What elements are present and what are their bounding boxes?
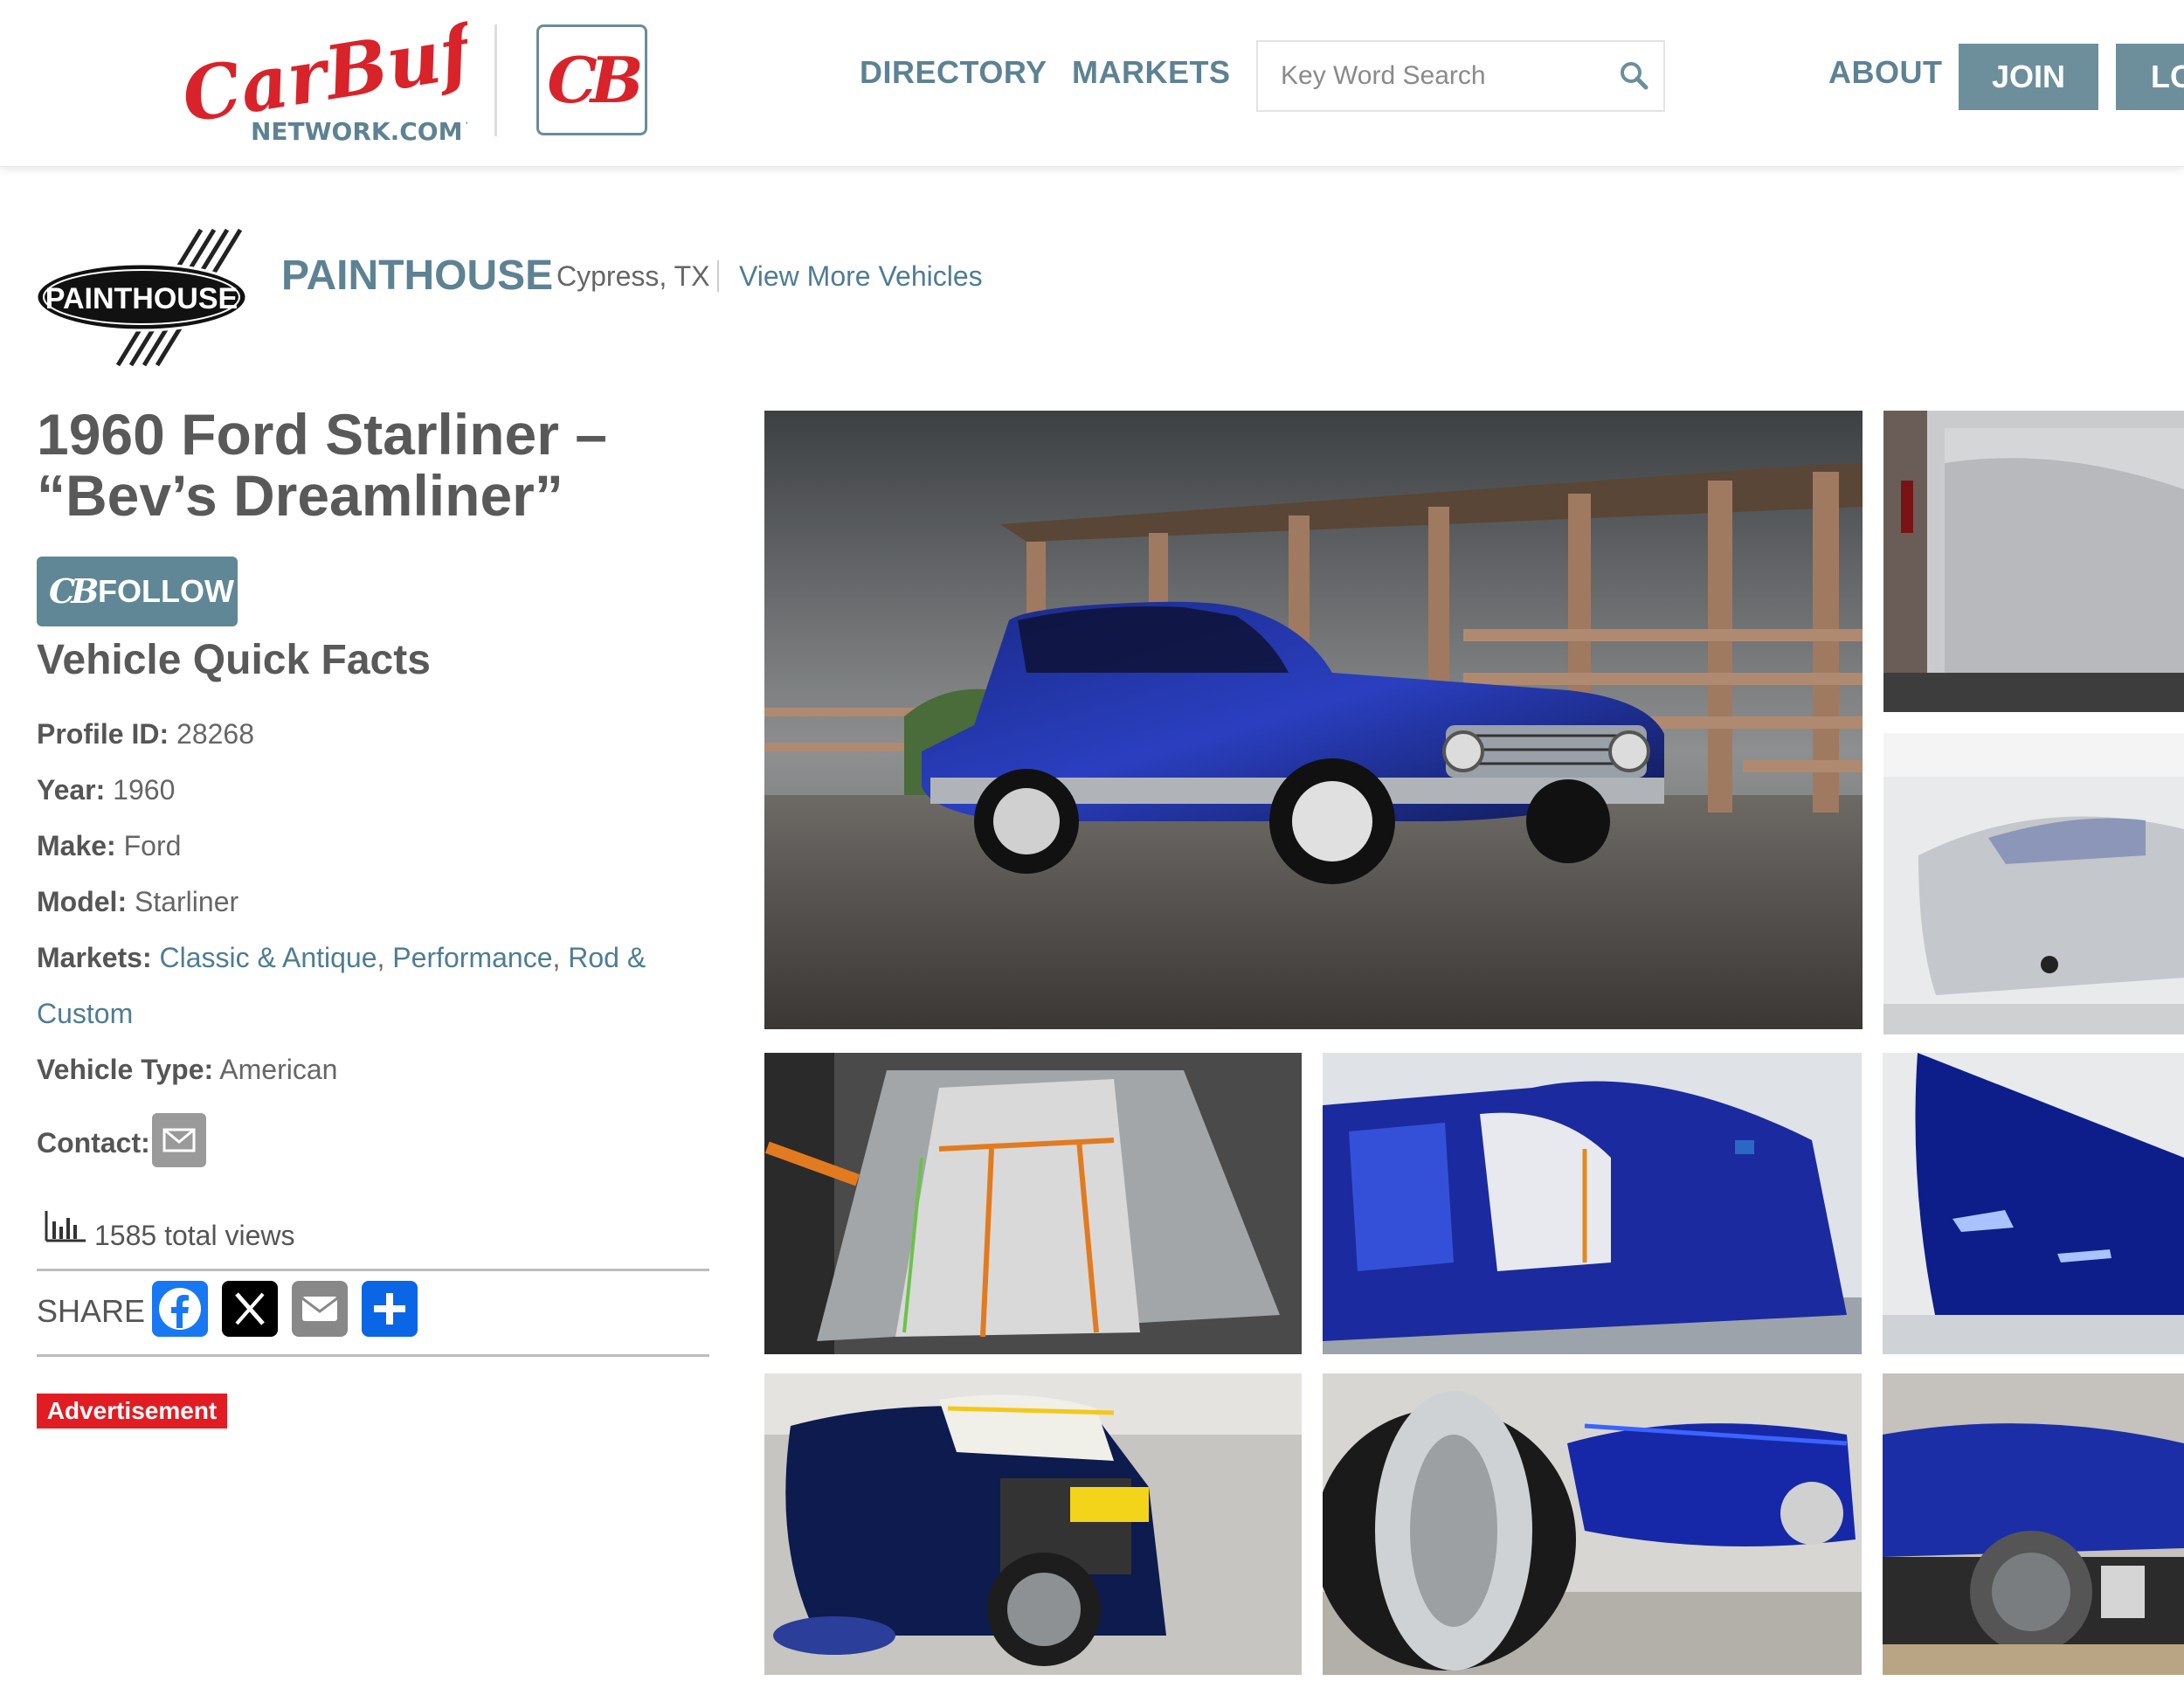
gallery-photo[interactable] bbox=[1883, 411, 2184, 712]
total-views: 1585 total views bbox=[94, 1220, 295, 1251]
x-share-button[interactable] bbox=[222, 1281, 278, 1337]
vehicle-title: 1960 Ford Starliner – “Bev’s Dreamliner” bbox=[37, 402, 607, 528]
market-link-rod[interactable]: Rod & bbox=[568, 942, 646, 973]
shop-name[interactable]: PAINTHOUSE bbox=[281, 252, 553, 300]
fact-label: Vehicle Type: bbox=[37, 1054, 214, 1085]
fact-make: Make: Ford bbox=[37, 830, 181, 862]
gallery-photo[interactable] bbox=[1883, 1373, 2184, 1675]
carbuff-logo[interactable]: CarBuff NETWORK.COM™ bbox=[176, 2, 517, 150]
search-box bbox=[1256, 40, 1665, 112]
gallery-photo[interactable] bbox=[1323, 1053, 1862, 1354]
cb-icon: CB bbox=[49, 571, 99, 611]
fact-vehicle-type: Vehicle Type: American bbox=[37, 1054, 337, 1086]
fact-label: Model: bbox=[37, 886, 128, 917]
fact-model: Model: Starliner bbox=[37, 886, 238, 918]
facebook-share-button[interactable] bbox=[152, 1281, 208, 1337]
view-more-vehicles-link[interactable]: View More Vehicles bbox=[739, 260, 983, 293]
fact-label: Contact: bbox=[37, 1127, 150, 1159]
envelope-icon bbox=[162, 1128, 196, 1152]
more-share-button[interactable] bbox=[362, 1281, 418, 1337]
fact-label: Profile ID: bbox=[37, 718, 169, 750]
cb-logo[interactable]: CB bbox=[536, 24, 647, 135]
gallery-photo[interactable] bbox=[1883, 733, 2184, 1034]
advertisement-badge: Advertisement bbox=[37, 1394, 227, 1429]
fact-label: Make: bbox=[37, 830, 116, 861]
market-link-classic[interactable]: Classic & Antique bbox=[160, 942, 377, 973]
x-icon bbox=[235, 1292, 265, 1325]
nav-about[interactable]: ABOUT bbox=[1828, 54, 1943, 91]
search-input[interactable] bbox=[1279, 54, 1614, 98]
divider bbox=[717, 260, 719, 292]
share-plus-icon bbox=[374, 1293, 405, 1325]
fact-value: 28268 bbox=[176, 718, 254, 750]
fact-value: American bbox=[219, 1054, 338, 1085]
gallery-photo[interactable] bbox=[764, 1053, 1302, 1354]
fact-profile-id: Profile ID: 28268 bbox=[37, 718, 254, 751]
svg-text:PAINTHOUSE: PAINTHOUSE bbox=[45, 282, 238, 315]
email-share-button[interactable] bbox=[292, 1281, 348, 1337]
fact-markets: Markets: Classic & Antique, Performance,… bbox=[37, 942, 646, 973]
site-header: CarBuff NETWORK.COM™ CB DIRECTORY MARKET… bbox=[0, 0, 2184, 167]
cb-logo-text: CB bbox=[547, 43, 643, 117]
nav-markets[interactable]: MARKETS bbox=[1072, 54, 1231, 91]
nav-directory[interactable]: DIRECTORY bbox=[860, 54, 1047, 91]
fact-label: Year: bbox=[37, 774, 106, 806]
gallery-photo[interactable] bbox=[1883, 1053, 2184, 1354]
fact-value: Starliner bbox=[134, 886, 239, 917]
main-vehicle-photo[interactable] bbox=[764, 411, 1863, 1029]
search-icon[interactable] bbox=[1616, 58, 1651, 93]
fact-value: 1960 bbox=[113, 774, 176, 806]
contact-email-button[interactable] bbox=[152, 1113, 206, 1167]
follow-label: FOLLOW bbox=[98, 573, 234, 609]
share-label: SHARE bbox=[37, 1293, 146, 1329]
fact-value: Ford bbox=[123, 830, 182, 861]
divider bbox=[37, 1354, 709, 1357]
bar-chart-icon bbox=[45, 1211, 86, 1242]
quick-facts-heading: Vehicle Quick Facts bbox=[37, 637, 431, 683]
fact-contact: Contact: bbox=[37, 1127, 150, 1159]
market-link-performance[interactable]: Performance bbox=[392, 942, 552, 973]
shop-location: Cypress, TX bbox=[556, 260, 710, 292]
logo-divider bbox=[494, 24, 497, 136]
join-button[interactable]: JOIN bbox=[1959, 44, 2098, 110]
login-button[interactable]: LOGIN bbox=[2116, 44, 2184, 110]
svg-text:NETWORK.COM™: NETWORK.COM™ bbox=[251, 117, 467, 146]
painthouse-logo[interactable]: PAINTHOUSE bbox=[35, 225, 252, 370]
fact-markets-cont: Custom bbox=[37, 998, 133, 1030]
follow-button[interactable]: CB FOLLOW bbox=[37, 557, 238, 626]
facebook-icon bbox=[159, 1288, 201, 1330]
gallery-photo[interactable] bbox=[764, 1373, 1302, 1675]
gallery-photo[interactable] bbox=[1323, 1373, 1862, 1675]
fact-label: Markets: bbox=[37, 942, 152, 973]
market-link-custom[interactable]: Custom bbox=[37, 998, 133, 1029]
fact-year: Year: 1960 bbox=[37, 774, 175, 806]
divider bbox=[37, 1269, 709, 1271]
email-icon bbox=[301, 1297, 338, 1321]
